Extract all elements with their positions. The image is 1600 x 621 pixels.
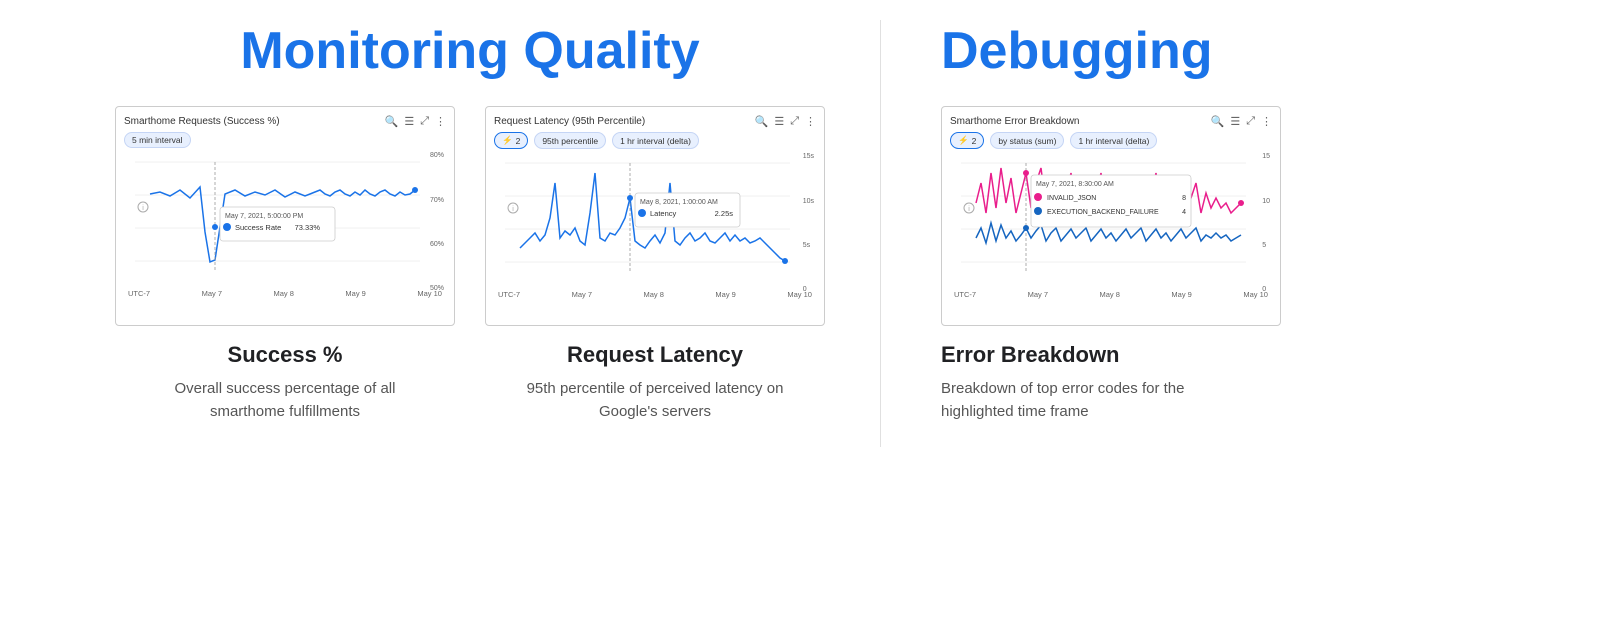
- latency-chart-title: Request Latency (95th Percentile): [494, 116, 645, 127]
- error-filter-badge-0[interactable]: ⚡ 2: [950, 132, 984, 149]
- expand-icon[interactable]: ⤢: [420, 115, 429, 128]
- latency-x-labels: UTC-7 May 7 May 8 May 9 May 10: [494, 290, 816, 299]
- error-chart-box: Smarthome Error Breakdown 🔍 ☰ ⤢ ⋮ ⚡ 2 by…: [941, 106, 1281, 326]
- svg-text:i: i: [142, 205, 144, 212]
- error-filter-badge-2[interactable]: 1 hr interval (delta): [1070, 132, 1157, 149]
- legend-icon[interactable]: ☰: [1230, 115, 1240, 128]
- success-x-labels: UTC-7 May 7 May 8 May 9 May 10: [124, 289, 446, 298]
- latency-card: Request Latency (95th Percentile) 🔍 ☰ ⤢ …: [485, 106, 825, 423]
- success-label: Success %: [228, 342, 343, 368]
- error-desc: Breakdown of top error codes for the hig…: [941, 378, 1221, 423]
- search-icon[interactable]: 🔍: [385, 115, 399, 128]
- latency-chart-area: 15s 10s 5s 0: [494, 153, 816, 293]
- legend-icon[interactable]: ☰: [774, 115, 784, 128]
- latency-label: Request Latency: [567, 342, 743, 368]
- success-chart-box: Smarthome Requests (Success %) 🔍 ☰ ⤢ ⋮ 5…: [115, 106, 455, 326]
- monitoring-quality-title: Monitoring Quality: [240, 20, 699, 82]
- success-y-labels: 80% 70% 60% 50%: [430, 152, 444, 292]
- svg-text:4: 4: [1182, 209, 1186, 216]
- search-icon[interactable]: 🔍: [755, 115, 769, 128]
- latency-desc: 95th percentile of perceived latency on …: [515, 378, 795, 423]
- cards-row: Smarthome Requests (Success %) 🔍 ☰ ⤢ ⋮ 5…: [60, 106, 880, 423]
- error-label: Error Breakdown: [941, 342, 1120, 368]
- error-chart-icons: 🔍 ☰ ⤢ ⋮: [1211, 115, 1272, 128]
- svg-text:May 7, 2021, 8:30:00 AM: May 7, 2021, 8:30:00 AM: [1036, 181, 1114, 188]
- error-chart-area: 15 10 5 0 i: [950, 153, 1272, 293]
- svg-text:8: 8: [1182, 195, 1186, 202]
- success-chart-title: Smarthome Requests (Success %): [124, 116, 280, 127]
- expand-icon[interactable]: ⤢: [790, 115, 799, 128]
- latency-chart-icons: 🔍 ☰ ⤢ ⋮: [755, 115, 816, 128]
- error-card: Smarthome Error Breakdown 🔍 ☰ ⤢ ⋮ ⚡ 2 by…: [941, 106, 1281, 423]
- svg-text:May 7, 2021, 5:00:00 PM: May 7, 2021, 5:00:00 PM: [225, 213, 303, 220]
- success-filter-row: 5 min interval: [124, 132, 446, 148]
- error-filter-row: ⚡ 2 by status (sum) 1 hr interval (delta…: [950, 132, 1272, 149]
- error-y-labels: 15 10 5 0: [1262, 153, 1270, 293]
- latency-y-labels: 15s 10s 5s 0: [803, 153, 814, 293]
- latency-filter-badge-2[interactable]: 1 hr interval (delta): [612, 132, 699, 149]
- search-icon[interactable]: 🔍: [1211, 115, 1225, 128]
- debugging-title: Debugging: [941, 20, 1213, 82]
- debugging-panel: Debugging Smarthome Error Breakdown 🔍 ☰ …: [880, 20, 1540, 447]
- success-chart-header: Smarthome Requests (Success %) 🔍 ☰ ⤢ ⋮: [124, 115, 446, 128]
- error-svg: i May: [950, 153, 1272, 283]
- latency-filter-badge-1[interactable]: 95th percentile: [534, 132, 606, 149]
- success-desc: Overall success percentage of all smarth…: [145, 378, 425, 423]
- error-filter-badge-1[interactable]: by status (sum): [990, 132, 1064, 149]
- svg-text:i: i: [968, 206, 970, 213]
- svg-text:INVALID_JSON: INVALID_JSON: [1047, 195, 1096, 202]
- latency-svg: i May 8, 2021, 1:00:00 AM: [494, 153, 816, 283]
- svg-text:i: i: [512, 206, 514, 213]
- legend-icon[interactable]: ☰: [404, 115, 414, 128]
- success-chart-icons: 🔍 ☰ ⤢ ⋮: [385, 115, 446, 128]
- svg-text:May 8, 2021, 1:00:00 AM: May 8, 2021, 1:00:00 AM: [640, 199, 718, 206]
- more-icon[interactable]: ⋮: [1261, 115, 1272, 128]
- more-icon[interactable]: ⋮: [435, 115, 446, 128]
- success-filter-badge-0[interactable]: 5 min interval: [124, 132, 191, 148]
- latency-chart-box: Request Latency (95th Percentile) 🔍 ☰ ⤢ …: [485, 106, 825, 326]
- svg-text:2.25s: 2.25s: [715, 209, 734, 218]
- latency-chart-header: Request Latency (95th Percentile) 🔍 ☰ ⤢ …: [494, 115, 816, 128]
- latency-filter-badge-0[interactable]: ⚡ 2: [494, 132, 528, 149]
- monitoring-quality-panel: Monitoring Quality Smarthome Requests (S…: [60, 20, 880, 447]
- more-icon[interactable]: ⋮: [805, 115, 816, 128]
- error-x-labels: UTC-7 May 7 May 8 May 9 May 10: [950, 290, 1272, 299]
- success-svg: i May 7, 2021, 5:00:00 PM: [124, 152, 446, 282]
- svg-text:Success Rate: Success Rate: [235, 223, 281, 232]
- error-chart-title: Smarthome Error Breakdown: [950, 116, 1080, 127]
- svg-text:73.33%: 73.33%: [295, 223, 321, 232]
- svg-text:EXECUTION_BACKEND_FAILURE: EXECUTION_BACKEND_FAILURE: [1047, 209, 1159, 216]
- success-card: Smarthome Requests (Success %) 🔍 ☰ ⤢ ⋮ 5…: [115, 106, 455, 423]
- success-chart-area: 80% 70% 60% 50%: [124, 152, 446, 292]
- latency-filter-row: ⚡ 2 95th percentile 1 hr interval (delta…: [494, 132, 816, 149]
- error-chart-header: Smarthome Error Breakdown 🔍 ☰ ⤢ ⋮: [950, 115, 1272, 128]
- svg-text:Latency: Latency: [650, 209, 677, 218]
- expand-icon[interactable]: ⤢: [1246, 115, 1255, 128]
